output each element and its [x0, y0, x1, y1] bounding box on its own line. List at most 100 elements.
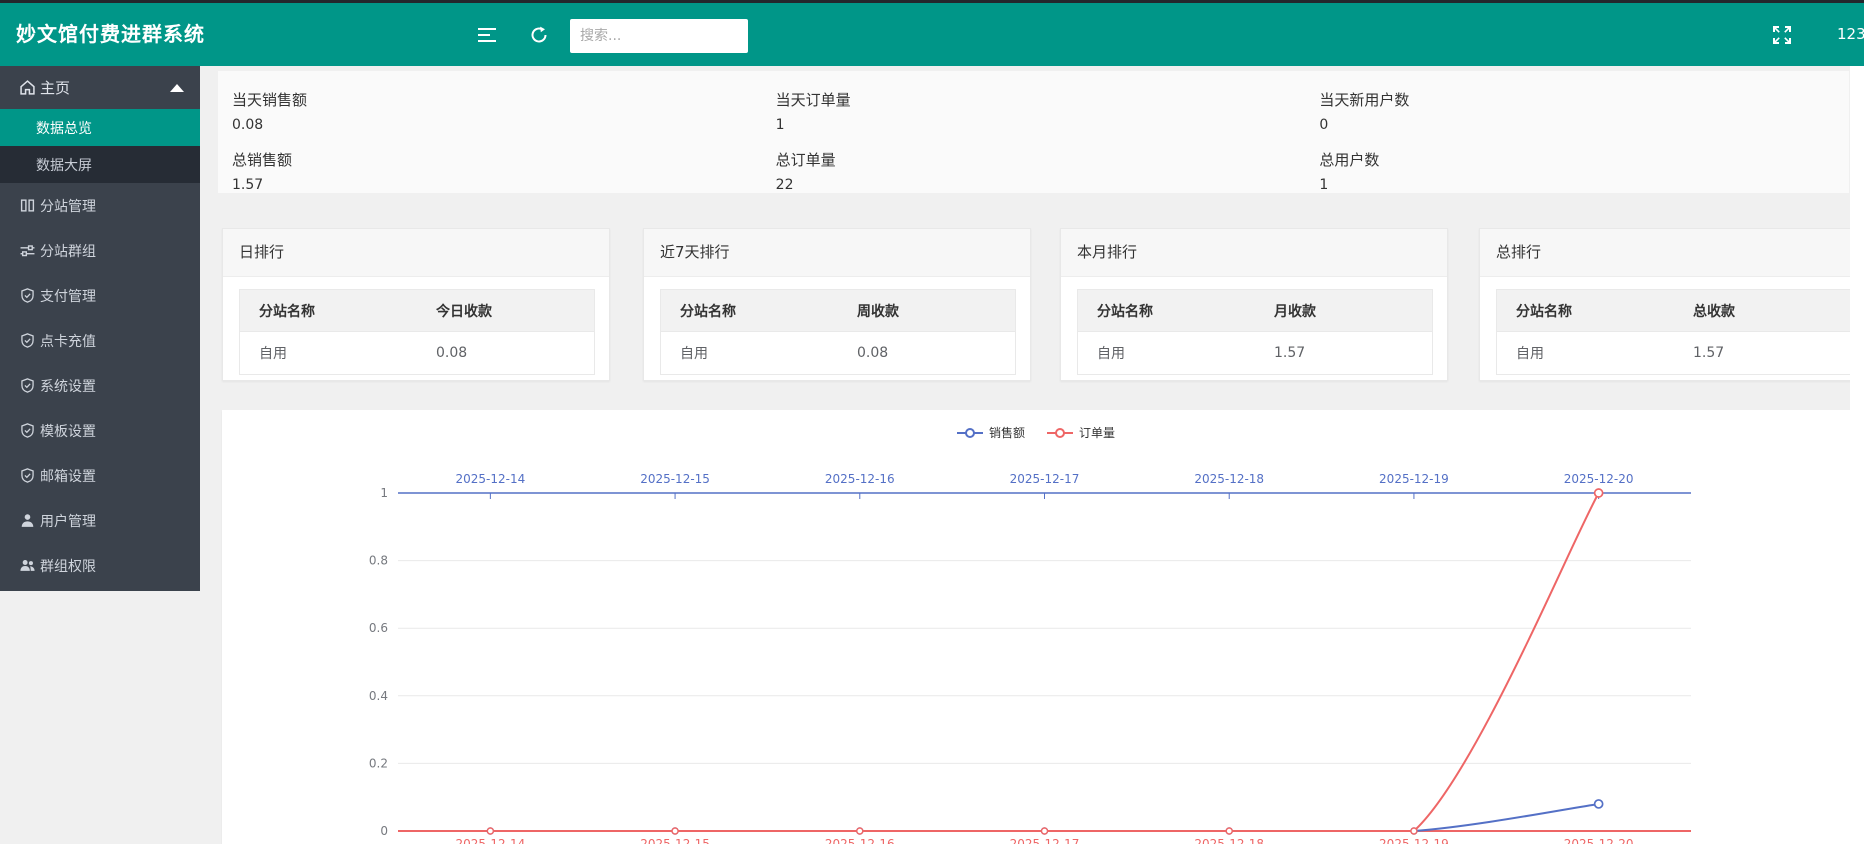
legend-item-sales[interactable]: 销售额 — [957, 424, 1025, 441]
svg-text:2025-12-14: 2025-12-14 — [455, 472, 525, 486]
stat-column-sales: 当天销售额 0.08 总销售额 1.57 — [218, 71, 762, 193]
svg-text:2025-12-17: 2025-12-17 — [1010, 472, 1080, 486]
rank-table: 分站名称 周收款 自用 0.08 — [660, 289, 1016, 375]
legend-item-orders[interactable]: 订单量 — [1047, 424, 1115, 441]
rank-card-title: 本月排行 — [1061, 229, 1447, 277]
rank-card-title: 总排行 — [1480, 229, 1864, 277]
rank-cell-name: 自用 — [680, 343, 708, 363]
rank-cell-name: 自用 — [259, 343, 287, 363]
rank-cell-name: 自用 — [1097, 343, 1125, 363]
sidebar-item-label: 模板设置 — [0, 421, 96, 441]
user-icon — [20, 513, 35, 528]
sidebar-item-system-settings[interactable]: 系统设置 — [0, 363, 200, 408]
stat-label: 总用户数 — [1319, 149, 1379, 170]
sidebar-item-label: 群组权限 — [0, 556, 96, 576]
stat-value: 1 — [1319, 177, 1328, 193]
sales-orders-chart-card: 00.20.40.60.812025-12-142025-12-152025-1… — [222, 410, 1850, 844]
username[interactable]: 12345 — [1837, 3, 1864, 66]
svg-text:2025-12-20: 2025-12-20 — [1564, 472, 1634, 486]
rank-col-header: 分站名称 — [1516, 301, 1572, 321]
rank-table: 分站名称 总收款 自用 1.57 — [1496, 289, 1852, 375]
stat-value: 0.08 — [232, 117, 263, 133]
app-title: 妙文馆付费进群系统 — [16, 3, 205, 66]
home-icon — [20, 80, 35, 95]
rank-card-total: 总排行 分站名称 总收款 自用 1.57 — [1479, 228, 1864, 381]
rank-cell-name: 自用 — [1516, 343, 1544, 363]
chart-legend: 销售额 订单量 — [222, 424, 1850, 441]
sidebar-item-label: 用户管理 — [0, 511, 96, 531]
sidebar-subitem-label: 数据大屏 — [0, 155, 92, 175]
stat-label: 当天订单量 — [776, 89, 851, 110]
shield-check-icon — [20, 333, 35, 348]
table-row: 自用 1.57 — [1078, 332, 1432, 374]
sidebar-item-card-recharge[interactable]: 点卡充值 — [0, 318, 200, 363]
rank-col-header: 分站名称 — [259, 301, 315, 321]
table-row: 自用 1.57 — [1497, 332, 1851, 374]
shield-check-icon — [20, 288, 35, 303]
sidebar-subitem-data-overview[interactable]: 数据总览 — [0, 109, 200, 146]
rank-card-month: 本月排行 分站名称 月收款 自用 1.57 — [1060, 228, 1448, 381]
stat-value: 1.57 — [232, 177, 263, 193]
users-icon — [20, 558, 35, 573]
rank-col-header: 分站名称 — [680, 301, 736, 321]
rank-cell-value: 1.57 — [1693, 345, 1724, 361]
sidebar-item-template-settings[interactable]: 模板设置 — [0, 408, 200, 453]
collapse-menu-icon[interactable] — [478, 3, 498, 66]
sidebar-item-home[interactable]: 主页 — [0, 66, 200, 109]
svg-text:1: 1 — [380, 486, 388, 500]
rank-table: 分站名称 今日收款 自用 0.08 — [239, 289, 595, 375]
sidebar-item-label: 分站群组 — [0, 241, 96, 261]
sidebar-item-label: 点卡充值 — [0, 331, 96, 351]
stat-label: 总订单量 — [776, 149, 836, 170]
sidebar-item-user-manage[interactable]: 用户管理 — [0, 498, 200, 543]
app-header: 妙文馆付费进群系统 12345 — [0, 3, 1864, 66]
rank-card-title: 近7天排行 — [644, 229, 1030, 277]
shield-check-icon — [20, 378, 35, 393]
sliders-icon — [20, 243, 35, 258]
stat-label: 当天新用户数 — [1319, 89, 1409, 110]
line-circle-marker-icon — [957, 427, 983, 439]
rank-cell-value: 0.08 — [436, 345, 467, 361]
stat-value: 0 — [1319, 117, 1328, 133]
shield-check-icon — [20, 423, 35, 438]
legend-label: 订单量 — [1079, 424, 1115, 441]
svg-text:0.2: 0.2 — [369, 756, 388, 770]
stat-value: 22 — [776, 177, 794, 193]
svg-text:2025-12-15: 2025-12-15 — [640, 472, 710, 486]
sidebar-item-label: 主页 — [0, 77, 70, 98]
sidebar-item-substation-manage[interactable]: 分站管理 — [0, 183, 200, 228]
stats-panel: 当天销售额 0.08 总销售额 1.57 当天订单量 1 总订单量 22 当天新… — [217, 70, 1850, 194]
sidebar-subitem-label: 数据总览 — [0, 118, 92, 138]
svg-text:0.8: 0.8 — [369, 554, 388, 568]
chevron-up-icon — [170, 84, 184, 92]
search-input[interactable] — [570, 19, 748, 53]
refresh-icon[interactable] — [530, 3, 548, 66]
stat-column-orders: 当天订单量 1 总订单量 22 — [762, 71, 1306, 193]
rank-col-header: 总收款 — [1693, 301, 1735, 321]
columns-icon — [20, 198, 35, 213]
sidebar-subitem-data-screen[interactable]: 数据大屏 — [0, 146, 200, 183]
svg-text:2025-12-17: 2025-12-17 — [1010, 837, 1080, 844]
fullscreen-icon[interactable] — [1773, 3, 1791, 66]
stat-label: 总销售额 — [232, 149, 292, 170]
svg-text:0: 0 — [380, 824, 388, 838]
stat-column-users: 当天新用户数 0 总用户数 1 — [1305, 71, 1849, 193]
vertical-scrollbar[interactable] — [1850, 66, 1864, 844]
table-row: 自用 0.08 — [240, 332, 594, 374]
svg-text:2025-12-19: 2025-12-19 — [1379, 472, 1449, 486]
stat-label: 当天销售额 — [232, 89, 307, 110]
rank-cell-value: 1.57 — [1274, 345, 1305, 361]
svg-text:0.6: 0.6 — [369, 621, 388, 635]
sidebar-item-substation-groups[interactable]: 分站群组 — [0, 228, 200, 273]
sidebar-item-label: 支付管理 — [0, 286, 96, 306]
svg-text:2025-12-16: 2025-12-16 — [825, 837, 895, 844]
table-row: 自用 0.08 — [661, 332, 1015, 374]
sidebar-item-mail-settings[interactable]: 邮箱设置 — [0, 453, 200, 498]
sidebar-item-label: 分站管理 — [0, 196, 96, 216]
sidebar-item-label: 邮箱设置 — [0, 466, 96, 486]
shield-check-icon — [20, 468, 35, 483]
svg-text:2025-12-19: 2025-12-19 — [1379, 837, 1449, 844]
sidebar-item-group-permissions[interactable]: 群组权限 — [0, 543, 200, 588]
rank-card-week: 近7天排行 分站名称 周收款 自用 0.08 — [643, 228, 1031, 381]
sidebar-item-payment-manage[interactable]: 支付管理 — [0, 273, 200, 318]
